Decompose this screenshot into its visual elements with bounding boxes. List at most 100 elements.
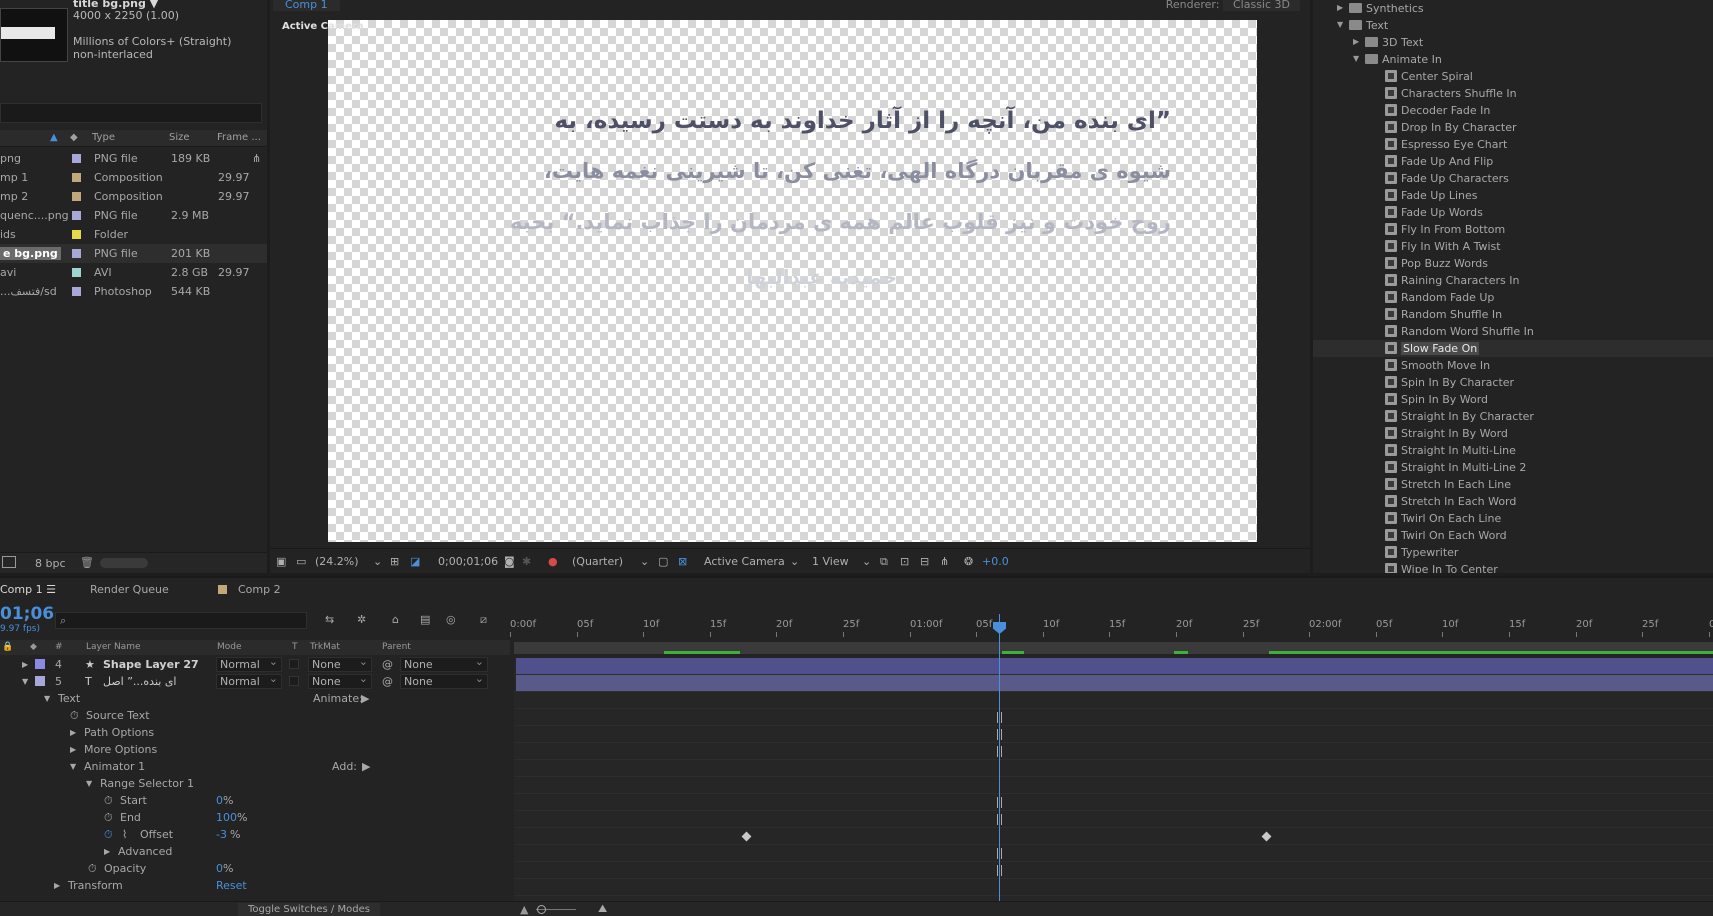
twirl-open-icon[interactable]: ▼ (44, 694, 50, 703)
tab-comp-1[interactable]: Comp 1 ☰ (0, 583, 56, 596)
zoom-slider-handle[interactable] (537, 905, 546, 914)
effects-preset[interactable]: Twirl On Each Line (1313, 510, 1713, 527)
label-tag-icon[interactable]: ◆ (30, 642, 37, 652)
trash-icon[interactable]: 🗑 (80, 556, 94, 569)
effects-preset[interactable]: Fade Up And Flip (1313, 153, 1713, 170)
effects-preset[interactable]: Straight In By Word (1313, 425, 1713, 442)
panel-menu-icon[interactable]: ☰ (46, 583, 56, 596)
property-value[interactable]: 100 (216, 811, 237, 824)
resolution-dropdown[interactable]: (Quarter) (572, 555, 623, 568)
stopwatch-icon[interactable]: ⏱ (88, 862, 97, 876)
blend-mode-dropdown[interactable]: Normal (216, 672, 282, 689)
snapshot-camera-icon[interactable]: ◙ (504, 555, 515, 568)
renderer-value[interactable]: Classic 3D (1222, 0, 1300, 11)
project-item[interactable]: mp 1 Composition 29.97 (0, 168, 267, 187)
effects-preset[interactable]: Spin In By Character (1313, 374, 1713, 391)
effects-preset[interactable]: Wipe In To Center (1313, 561, 1713, 573)
effects-folder[interactable]: ▼ Text (1313, 17, 1713, 34)
thumbnail-zoom-slider[interactable] (100, 558, 148, 568)
label-swatch[interactable] (72, 154, 81, 163)
effects-preset[interactable]: Characters Shuffle In (1313, 85, 1713, 102)
label-swatch[interactable] (72, 287, 81, 296)
layer-search-input[interactable]: ⌕ (55, 612, 307, 629)
twirl-open-icon[interactable]: ▼ (70, 762, 76, 771)
twirl-open-icon[interactable]: ▼ (22, 677, 28, 686)
graph-editor-icon[interactable]: ⧄ (480, 613, 487, 627)
label-tag-icon[interactable]: ◆ (70, 132, 78, 143)
keyframe[interactable] (1261, 831, 1272, 842)
zoom-dropdown[interactable]: (24.2%) (315, 555, 359, 568)
effects-preset[interactable]: Fly In With A Twist (1313, 238, 1713, 255)
comp-mini-flowchart-icon[interactable]: ⇆ (325, 613, 334, 626)
effects-preset[interactable]: Straight In Multi-Line (1313, 442, 1713, 459)
transparency-grid-icon[interactable]: ⊠ (678, 555, 687, 568)
sort-up-icon[interactable]: ▲ (50, 132, 58, 143)
column-layer-name[interactable]: Layer Name (86, 642, 141, 652)
property-row[interactable]: ▼ Animator 1 Add: ▶ (0, 758, 510, 775)
layer-label-swatch[interactable] (35, 676, 45, 686)
property-menu-label[interactable]: Animate: (313, 692, 363, 705)
blend-mode-dropdown[interactable]: Normal (216, 655, 282, 672)
twirl-closed-icon[interactable]: ▶ (104, 847, 110, 856)
play-menu-icon[interactable]: ▶ (362, 760, 370, 773)
fast-previews-icon[interactable]: ⊡ (900, 555, 909, 568)
stopwatch-icon[interactable]: ⏱ (104, 811, 113, 825)
effects-preset[interactable]: Random Shuffle In (1313, 306, 1713, 323)
layer-row[interactable]: ▶ 4 ★ Shape Layer 27 Normal None @ None (0, 655, 510, 673)
effects-preset[interactable]: Decoder Fade In (1313, 102, 1713, 119)
parent-dropdown[interactable]: None (400, 655, 488, 672)
effects-preset[interactable]: Straight In Multi-Line 2 (1313, 459, 1713, 476)
twirl-closed-icon[interactable]: ▶ (1353, 37, 1359, 46)
column-mode[interactable]: Mode (217, 642, 242, 652)
effects-folder[interactable]: ▶ Synthetics (1313, 0, 1713, 17)
tab-comp-1[interactable]: Comp 1 (273, 0, 340, 11)
label-swatch[interactable] (72, 268, 81, 277)
property-row[interactable]: ⏱ ⌇ Offset -3% (0, 826, 510, 843)
property-row[interactable]: ▶ Path Options (0, 724, 510, 741)
pickwhip-icon[interactable]: @ (382, 658, 393, 671)
flowchart-icon[interactable] (2, 556, 16, 568)
property-row[interactable]: ▶ Advanced (0, 843, 510, 860)
twirl-open-icon[interactable]: ▼ (1353, 54, 1359, 63)
effects-preset[interactable]: Espresso Eye Chart (1313, 136, 1713, 153)
column-frame-rate[interactable]: Frame ... (217, 132, 261, 143)
effects-preset[interactable]: Straight In By Character (1313, 408, 1713, 425)
property-row[interactable]: ⏱ Source Text (0, 707, 510, 724)
project-item[interactable]: png PNG file 189 KB ⋔ (0, 149, 267, 168)
layer-duration-bar[interactable] (516, 675, 1713, 691)
current-time-indicator[interactable] (999, 614, 1000, 916)
pickwhip-icon[interactable]: @ (382, 675, 393, 688)
camera-view-dropdown[interactable]: Active Camera (704, 555, 785, 568)
label-swatch[interactable] (72, 230, 81, 239)
column-parent[interactable]: Parent (382, 642, 411, 652)
play-menu-icon[interactable]: ▶ (361, 692, 369, 705)
bpc-button[interactable]: 8 bpc (35, 557, 66, 570)
flowchart-icon[interactable]: ⋔ (940, 555, 949, 568)
effects-preset[interactable]: Typewriter (1313, 544, 1713, 561)
toggle-switches-modes-button[interactable]: Toggle Switches / Modes (238, 903, 380, 916)
view-layout-dropdown[interactable]: 1 View (812, 555, 849, 568)
property-value[interactable]: 0 (216, 794, 223, 807)
twirl-open-icon[interactable]: ▼ (1337, 20, 1343, 29)
column-type[interactable]: Type (92, 132, 115, 143)
shy-layers-icon[interactable]: ⌂ (392, 613, 399, 626)
current-timecode[interactable]: 01;06 (0, 604, 54, 624)
label-swatch[interactable] (72, 211, 81, 220)
effects-folder[interactable]: ▼ Animate In (1313, 51, 1713, 68)
frame-blending-icon[interactable]: ▤ (420, 613, 430, 626)
project-item[interactable]: quenc....png PNG file 2.9 MB (0, 206, 267, 225)
preserve-transparency-checkbox[interactable] (289, 659, 299, 669)
track-matte-dropdown[interactable]: None (308, 672, 372, 689)
twirl-closed-icon[interactable]: ▶ (22, 660, 28, 669)
zoom-out-icon[interactable]: ▲ (520, 903, 528, 916)
effects-preset[interactable]: Fly In From Bottom (1313, 221, 1713, 238)
column-size[interactable]: Size (169, 132, 190, 143)
layer-name[interactable]: ای بنده...” اصل (103, 675, 177, 688)
timeline-icon[interactable]: ⊟ (920, 555, 929, 568)
twirl-closed-icon[interactable]: ▶ (54, 881, 60, 890)
composition-canvas[interactable]: ”ای بنده من، آنچه را از آثار خداوند به د… (328, 20, 1257, 542)
stopwatch-icon[interactable]: ⏱ (104, 828, 113, 842)
safe-margins-icon[interactable]: ⊞ (390, 555, 399, 568)
layer-row[interactable]: ▼ 5 T ای بنده...” اصل Normal None @ None (0, 672, 510, 690)
label-swatch[interactable] (72, 173, 81, 182)
